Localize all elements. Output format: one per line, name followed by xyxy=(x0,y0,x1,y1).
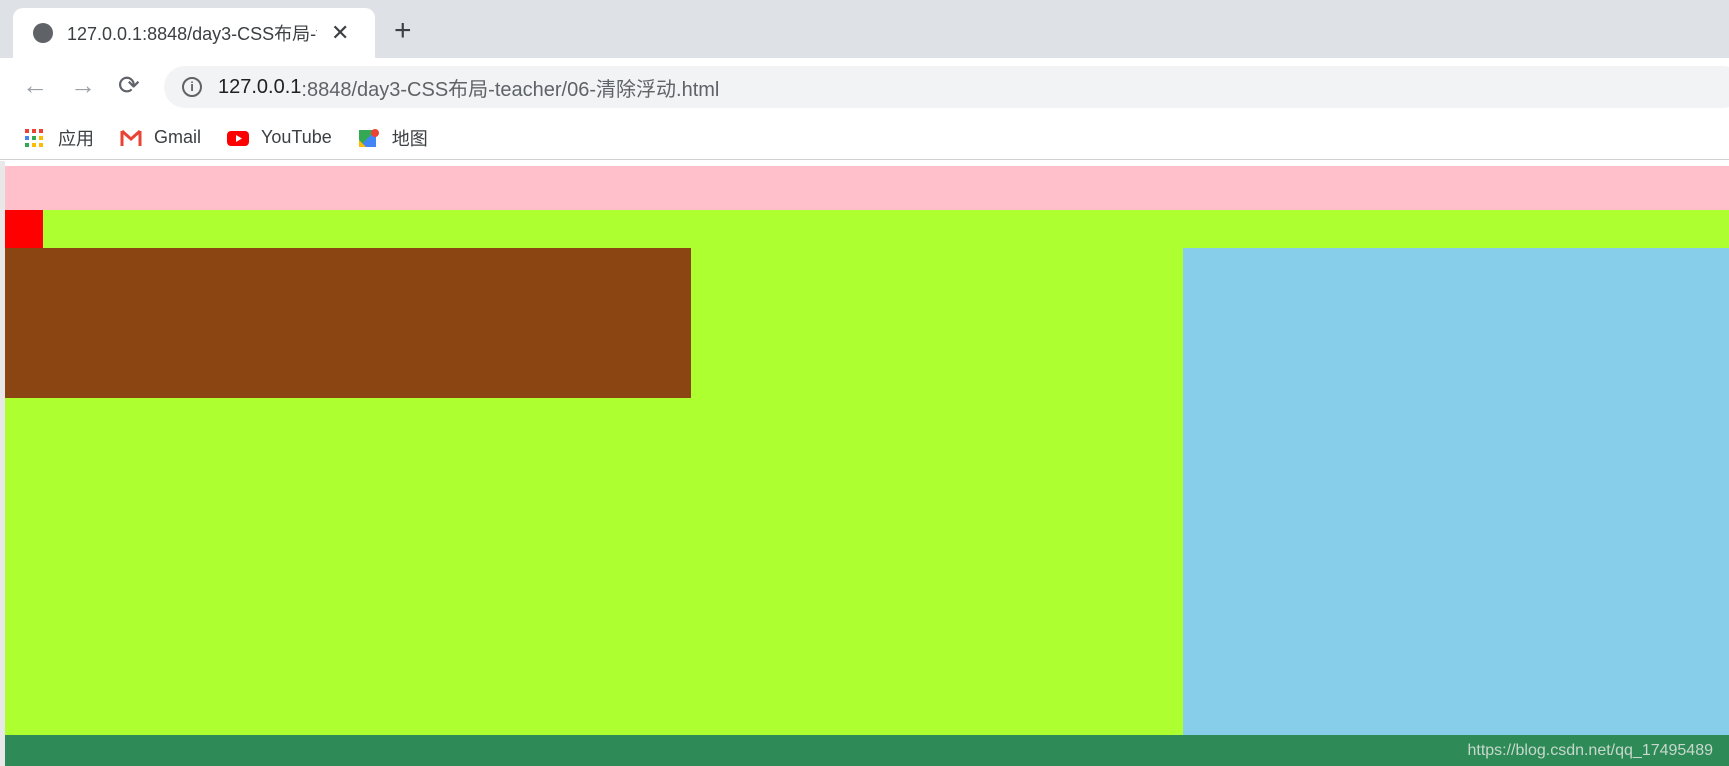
new-tab-button[interactable]: + xyxy=(394,14,412,48)
maps-icon xyxy=(358,128,379,147)
forward-icon[interactable]: → xyxy=(70,70,96,101)
globe-icon xyxy=(33,23,53,43)
header-block xyxy=(5,166,1729,210)
watermark: https://blog.csdn.net/qq_17495489 xyxy=(1467,742,1713,759)
bookmark-label: 应用 xyxy=(58,128,94,149)
bookmark-label: YouTube xyxy=(261,127,332,147)
page-viewport: https://blog.csdn.net/qq_17495489 xyxy=(0,161,1729,766)
address-bar[interactable]: i 127.0.0.1:8848/day3-CSS布局-teacher/06-清… xyxy=(164,66,1729,108)
right-float-box xyxy=(1183,248,1729,735)
bookmarks-bar: 应用 Gmail YouTube 地图 xyxy=(0,116,1729,160)
bookmark-gmail[interactable]: Gmail xyxy=(120,127,201,148)
reload-icon[interactable]: ⟳ xyxy=(118,70,140,101)
apps-icon xyxy=(25,128,43,147)
gmail-icon xyxy=(120,129,142,146)
tab-title: 127.0.0.1:8848/day3-CSS布局-teacher/06-清除浮… xyxy=(67,24,317,44)
toolbar: ← → ⟳ i 127.0.0.1:8848/day3-CSS布局-teache… xyxy=(0,58,1729,116)
footer-block: https://blog.csdn.net/qq_17495489 xyxy=(5,735,1729,766)
bookmark-youtube[interactable]: YouTube xyxy=(227,127,332,148)
tab-bar: 127.0.0.1:8848/day3-CSS布局-teacher/06-清除浮… xyxy=(0,0,1729,58)
url-host: 127.0.0.1 xyxy=(218,75,302,98)
left-float-box xyxy=(5,248,691,398)
youtube-icon xyxy=(227,130,250,146)
url-path: :8848/day3-CSS布局-teacher/06-清除浮动.html xyxy=(301,78,720,101)
bookmark-apps[interactable]: 应用 xyxy=(24,125,94,151)
bookmark-label: Gmail xyxy=(154,127,202,147)
small-red-box xyxy=(5,210,43,248)
bookmark-label: 地图 xyxy=(391,128,428,149)
back-icon[interactable]: ← xyxy=(22,70,48,101)
bookmark-maps[interactable]: 地图 xyxy=(358,125,428,151)
info-icon[interactable]: i xyxy=(182,77,202,97)
close-tab-icon[interactable]: ✕ xyxy=(331,20,349,46)
active-tab[interactable]: 127.0.0.1:8848/day3-CSS布局-teacher/06-清除浮… xyxy=(13,8,375,58)
